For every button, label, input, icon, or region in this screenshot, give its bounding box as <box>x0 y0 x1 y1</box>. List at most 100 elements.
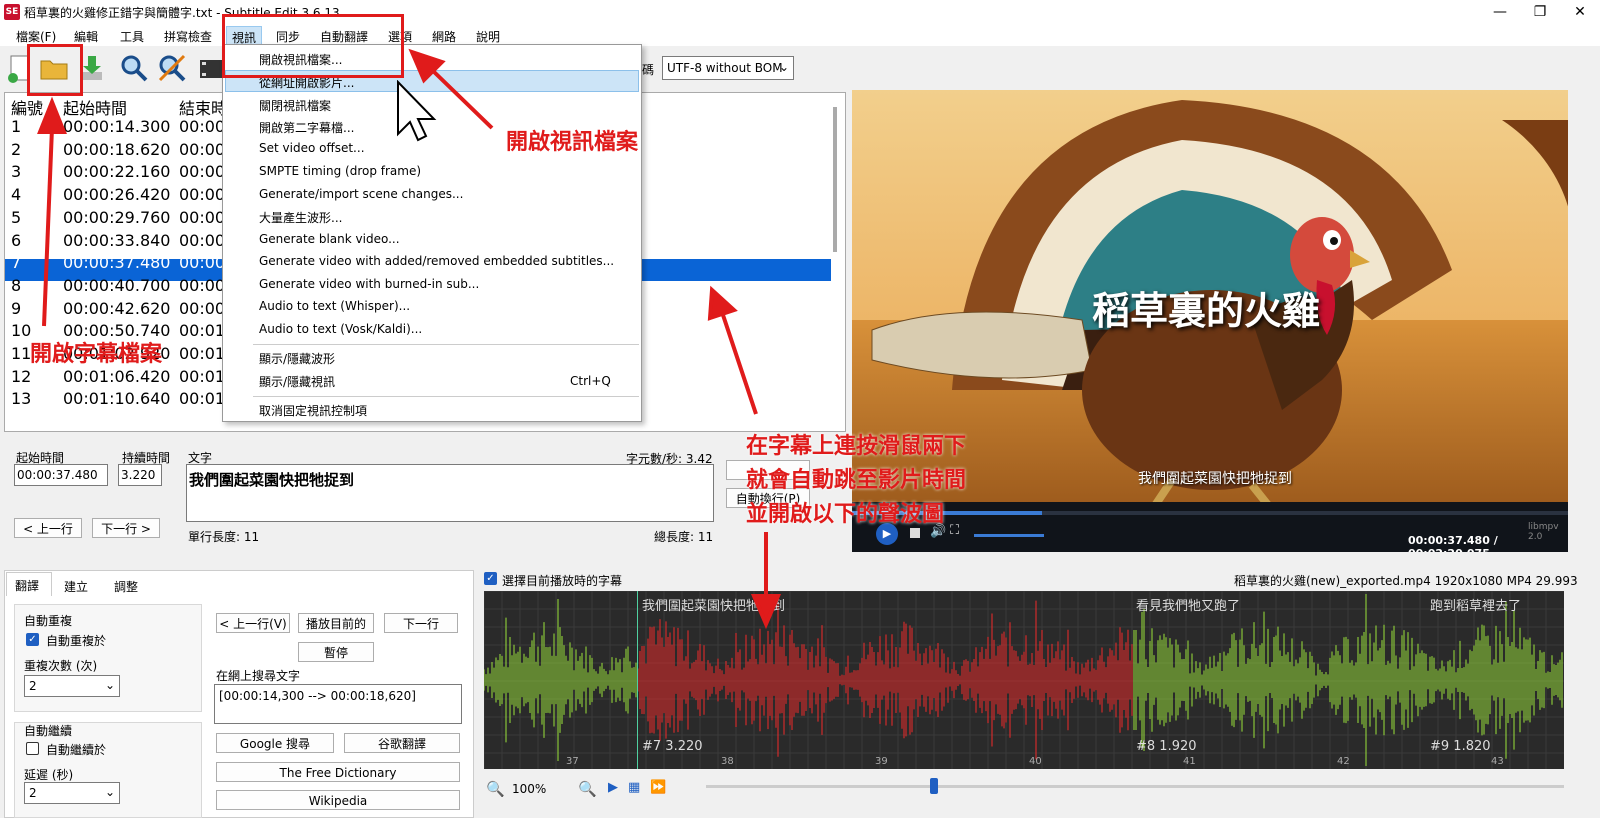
select-current-checkbox[interactable]: ✓ <box>484 572 497 585</box>
list-row-cell[interactable]: 00:00:42.620 <box>63 299 170 318</box>
find-icon[interactable] <box>118 52 150 84</box>
list-scrollbar[interactable] <box>833 107 837 252</box>
list-row-cell[interactable]: 00:00:26.420 <box>63 185 170 204</box>
repeat-count-select[interactable]: 2 ⌄ <box>24 675 120 697</box>
grid-icon[interactable]: ▦ <box>628 780 640 795</box>
google-search-button[interactable]: Google 搜尋 <box>216 733 334 753</box>
free-dictionary-button[interactable]: The Free Dictionary <box>216 762 460 782</box>
column-header-number[interactable]: 編號 <box>11 95 43 119</box>
list-row-cell[interactable]: 7 <box>11 253 21 272</box>
list-row-cell[interactable]: 00:01 <box>179 321 225 340</box>
fullscreen-icon[interactable]: ⛶ <box>950 523 959 538</box>
list-row-cell[interactable]: 13 <box>11 389 31 408</box>
video-menu-item[interactable]: SMPTE timing (drop frame) <box>259 164 421 178</box>
video-menu-item[interactable]: 開啟第二字幕檔... <box>259 119 354 136</box>
menu-spellcheck[interactable]: 拼寫檢查 <box>164 28 212 45</box>
list-row-cell[interactable]: 00:00 <box>179 117 225 136</box>
list-row-cell[interactable]: 00:00 <box>179 162 225 181</box>
duration-input[interactable]: 3.220 <box>118 464 162 486</box>
prev-line-v-button[interactable]: < 上一行(V) <box>216 613 290 633</box>
video-menu-item[interactable]: Generate video with added/removed embedd… <box>259 254 614 268</box>
list-row-cell[interactable]: 6 <box>11 231 21 250</box>
list-row-cell[interactable]: 3 <box>11 162 21 181</box>
play-current-button[interactable]: 播放目前的 <box>298 613 374 633</box>
next-line-translate-button[interactable]: 下一行 <box>384 613 458 633</box>
list-row-cell[interactable]: 10 <box>11 321 31 340</box>
list-row-cell[interactable]: 00:00:14.300 <box>63 117 170 136</box>
video-menu-item[interactable]: Generate blank video... <box>259 232 400 246</box>
list-row-cell[interactable]: 8 <box>11 276 21 295</box>
tab-adjust[interactable]: 調整 <box>114 578 138 595</box>
list-row-cell[interactable]: 00:00:29.760 <box>63 208 170 227</box>
list-row-cell[interactable]: 00:01:10.640 <box>63 389 170 408</box>
list-row-cell[interactable]: 00:00:22.160 <box>63 162 170 181</box>
search-web-input[interactable]: [00:00:14,300 --> 00:00:18,620] <box>214 684 462 724</box>
delay-select[interactable]: 2 ⌄ <box>24 782 120 804</box>
audio-waveform[interactable]: 我們圍起菜園快把牠捉到 看見我們牠又跑了 跑到稻草裡去了 #7 3.220 #8… <box>484 591 1564 769</box>
stop-icon[interactable] <box>910 528 920 538</box>
prev-line-button[interactable]: < 上一行 <box>14 518 82 538</box>
list-row-cell[interactable]: 00:01 <box>179 367 225 386</box>
maximize-button[interactable]: ❐ <box>1520 2 1560 22</box>
zoom-level[interactable]: 100% <box>512 782 546 796</box>
encoding-select[interactable]: UTF-8 without BOM ⌄ <box>662 56 794 80</box>
list-row-cell[interactable]: 00:00 <box>179 140 225 159</box>
list-row-cell[interactable]: 00:01:06.420 <box>63 367 170 386</box>
replace-icon[interactable] <box>156 52 188 84</box>
list-row-cell[interactable]: 00:01 <box>179 344 225 363</box>
list-row-cell[interactable]: 00:00 <box>179 276 225 295</box>
menu-network[interactable]: 網路 <box>432 28 456 45</box>
menu-help[interactable]: 說明 <box>476 28 500 45</box>
list-row-cell[interactable]: 00:00:37.480 <box>63 253 170 272</box>
zoom-out-icon[interactable]: 🔍 <box>486 780 505 798</box>
video-menu-item[interactable]: 顯示/隱藏波形 <box>259 350 335 367</box>
minimize-button[interactable]: — <box>1480 2 1520 22</box>
video-menu-item[interactable]: Audio to text (Whisper)... <box>259 299 410 313</box>
zoom-in-icon[interactable]: 🔍 <box>578 780 597 798</box>
column-header-end[interactable]: 結束時 <box>179 95 227 119</box>
play-small-icon[interactable]: ▶ <box>608 780 618 795</box>
video-menu-item[interactable]: 大量產生波形... <box>259 209 342 226</box>
list-row-cell[interactable]: 00:00:18.620 <box>63 140 170 159</box>
list-row-cell[interactable]: 00:00 <box>179 208 225 227</box>
volume-slider[interactable] <box>974 534 1044 537</box>
menu-tools[interactable]: 工具 <box>120 28 144 45</box>
list-row-cell[interactable]: 00:00:33.840 <box>63 231 170 250</box>
list-row-cell[interactable]: 00:00:40.700 <box>63 276 170 295</box>
column-header-start[interactable]: 起始時間 <box>63 95 127 119</box>
list-row-cell[interactable]: 11 <box>11 344 31 363</box>
fast-forward-icon[interactable]: ⏩ <box>650 780 666 795</box>
video-menu-item[interactable]: Audio to text (Vosk/Kaldi)... <box>259 322 422 336</box>
list-row-cell[interactable]: 1 <box>11 117 21 136</box>
list-row-cell[interactable]: 12 <box>11 367 31 386</box>
list-row-cell[interactable]: 00:00 <box>179 299 225 318</box>
list-row-cell[interactable]: 00:00 <box>179 185 225 204</box>
list-row-cell[interactable]: 2 <box>11 140 21 159</box>
list-row-cell[interactable]: 00:00 <box>179 231 225 250</box>
auto-continue-checkbox[interactable] <box>26 742 39 755</box>
video-menu-item[interactable]: 顯示/隱藏視訊 <box>259 373 335 390</box>
menu-edit[interactable]: 編輯 <box>74 28 98 45</box>
video-menu-item[interactable]: 取消固定視訊控制項 <box>259 402 367 419</box>
close-button[interactable]: ✕ <box>1560 2 1600 22</box>
video-menu-item[interactable]: Generate video with burned-in sub... <box>259 277 479 291</box>
list-row-cell[interactable]: 4 <box>11 185 21 204</box>
start-time-input[interactable]: 00:00:37.480 <box>14 464 108 486</box>
wikipedia-button[interactable]: Wikipedia <box>216 790 460 810</box>
waveform-position-slider[interactable] <box>706 785 1564 788</box>
list-row-cell[interactable]: 9 <box>11 299 21 318</box>
list-row-cell[interactable]: 00:01 <box>179 389 225 408</box>
tab-translate[interactable]: 翻譯 <box>6 572 52 596</box>
google-translate-button[interactable]: 谷歌翻譯 <box>344 733 460 753</box>
next-line-button[interactable]: 下一行 > <box>92 518 160 538</box>
slider-thumb[interactable] <box>930 778 938 794</box>
list-row-cell[interactable]: 5 <box>11 208 21 227</box>
video-menu-item[interactable]: 關閉視訊檔案 <box>259 97 331 114</box>
pause-button[interactable]: 暫停 <box>298 642 374 662</box>
menu-file[interactable]: 檔案(F) <box>16 28 56 45</box>
subtitle-text-editor[interactable]: 我們圍起菜園快把牠捉到 <box>186 464 714 522</box>
video-menu-item[interactable]: Generate/import scene changes... <box>259 187 463 201</box>
video-menu-item[interactable]: Set video offset... <box>259 141 365 155</box>
auto-repeat-checkbox[interactable]: ✓ <box>26 633 39 646</box>
list-row-cell[interactable]: 00:00 <box>179 253 225 272</box>
